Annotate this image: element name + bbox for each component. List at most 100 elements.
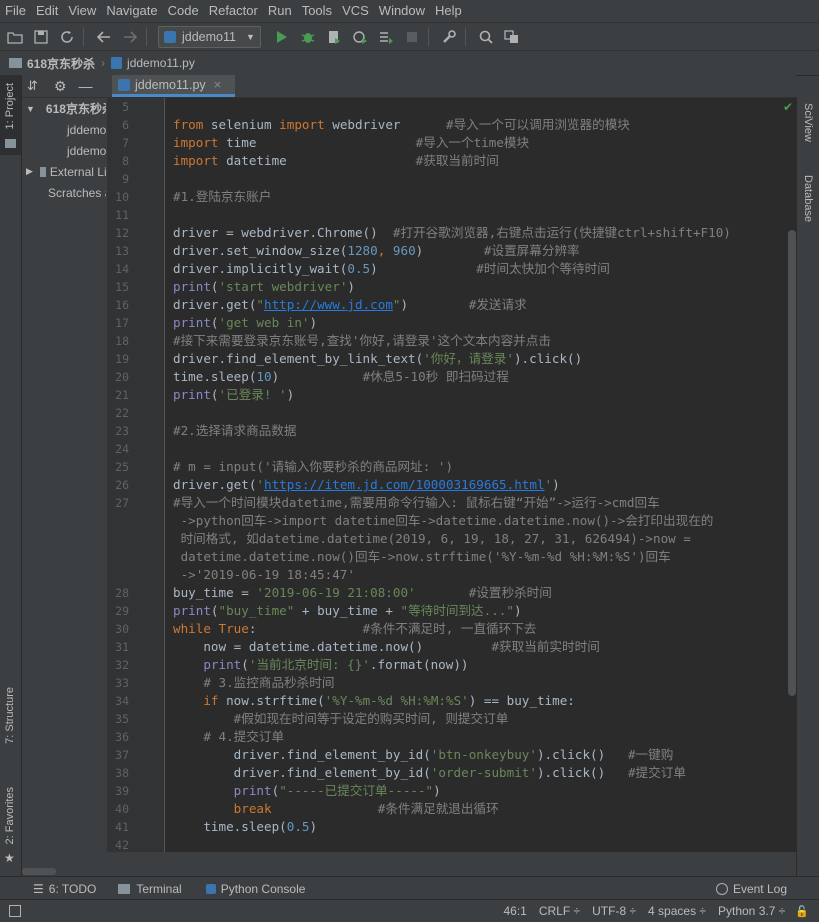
menu-edit[interactable]: Edit xyxy=(31,0,63,22)
indent-setting[interactable]: 4 spaces ÷ xyxy=(648,904,706,918)
menu-tools[interactable]: Tools xyxy=(297,0,337,22)
horizontal-scrollbar[interactable] xyxy=(22,868,56,875)
sync-icon[interactable] xyxy=(56,26,78,48)
menu-help[interactable]: Help xyxy=(430,0,467,22)
caret-position[interactable]: 46:1 xyxy=(504,904,527,918)
code-line: 28 buy_time = '2019-06-19 21:08:00' #设置秒杀… xyxy=(107,584,796,602)
line-separator[interactable]: CRLF ÷ xyxy=(539,904,580,918)
run-icon[interactable] xyxy=(271,26,293,48)
sciview-tool-button[interactable]: SciView xyxy=(797,97,819,149)
line-number: 5 xyxy=(122,100,129,114)
code-token: import xyxy=(173,135,219,150)
debug-icon[interactable] xyxy=(297,26,319,48)
breadcrumb-file[interactable]: jddemo11.py xyxy=(127,56,195,70)
run-configuration-select[interactable]: jddemo11 ▼ xyxy=(158,26,261,48)
search-icon[interactable] xyxy=(475,26,497,48)
star-icon: ★ xyxy=(4,851,15,865)
profile-icon[interactable] xyxy=(349,26,371,48)
code-token: 'get web in' xyxy=(218,315,310,330)
menu-refactor[interactable]: Refactor xyxy=(204,0,263,22)
tree-item-file[interactable]: jddemo xyxy=(22,119,106,140)
code-token: ) xyxy=(433,783,441,798)
code-token: 10 xyxy=(256,369,272,384)
event-log-tool-button[interactable]: Event Log xyxy=(715,882,787,896)
python-file-icon xyxy=(111,57,123,69)
tab-jddemo11[interactable]: jddemo11.py × xyxy=(112,75,235,97)
menu-window[interactable]: Window xyxy=(374,0,430,22)
code-text: time.sleep(10) #休息5-10秒 即扫码过程 xyxy=(173,368,509,386)
python-console-tool-button[interactable]: Python Console xyxy=(205,882,305,896)
stop-icon[interactable] xyxy=(401,26,423,48)
concurrency-icon[interactable] xyxy=(375,26,397,48)
favorites-tool-label: 2: Favorites xyxy=(4,787,16,845)
code-token: '2019-06-19 21:08:00' xyxy=(256,585,416,600)
code-token: "-----已提交订单-----" xyxy=(279,783,434,798)
tree-item-project-root[interactable]: ▼ 618京东秒杀 xyxy=(22,98,106,119)
library-icon xyxy=(39,166,46,177)
close-icon[interactable]: × xyxy=(214,77,222,92)
line-number: 12 xyxy=(115,226,129,240)
project-tool-label: 1: Project xyxy=(4,83,16,130)
breadcrumb-project[interactable]: 618京东秒杀 xyxy=(27,55,95,72)
project-panel-header: ⇵ ⚙ — xyxy=(22,75,106,98)
menu-navigate[interactable]: Navigate xyxy=(101,0,162,22)
editor-vertical-scrollbar[interactable] xyxy=(788,230,796,696)
favorites-tool-button[interactable]: 2: Favorites ★ xyxy=(0,787,21,871)
database-tool-button[interactable]: Database xyxy=(797,161,819,241)
vcs-operations-icon[interactable] xyxy=(501,26,523,48)
code-line: 34 if now.strftime('%Y-%m-%d %H:%M:%S') … xyxy=(107,692,796,710)
terminal-label: Terminal xyxy=(136,881,182,896)
minimize-icon[interactable]: — xyxy=(78,78,92,94)
forward-arrow-icon[interactable] xyxy=(119,26,141,48)
menu-view[interactable]: View xyxy=(63,0,101,22)
toggle-tool-windows-icon[interactable] xyxy=(9,905,21,917)
code-text: driver.find_element_by_id('btn-onkeybuy'… xyxy=(173,746,674,764)
code-token: driver.find_element_by_id( xyxy=(173,747,431,762)
code-text: if now.strftime('%Y-%m-%d %H:%M:%S') == … xyxy=(173,692,575,710)
back-arrow-icon[interactable] xyxy=(93,26,115,48)
menu-file[interactable]: File xyxy=(0,0,31,22)
code-token: ( xyxy=(210,603,219,618)
tree-item-label: Scratches and Consoles xyxy=(48,185,106,200)
tree-item-scratches[interactable]: Scratches and Consoles xyxy=(22,182,106,203)
code-token: , xyxy=(377,243,393,258)
tree-item-external-libraries[interactable]: ▶ External Libraries xyxy=(22,161,106,182)
breadcrumb-separator-icon: › xyxy=(101,56,106,70)
code-text: print('get web in') xyxy=(173,314,317,332)
code-token: #获取当前实时时间 xyxy=(491,639,600,654)
code-token: import xyxy=(279,117,325,132)
code-text: now = datetime.datetime.now() #获取当前实时时间 xyxy=(173,638,600,656)
toolbar-separator xyxy=(146,28,147,46)
project-tool-button[interactable]: 1: Project xyxy=(0,75,21,155)
code-line: 37 driver.find_element_by_id('btn-onkeyb… xyxy=(107,746,796,764)
code-token: ->python回车->import datetime回车->datetime.… xyxy=(173,513,714,528)
save-icon[interactable] xyxy=(30,26,52,48)
code-token: 'order-submit' xyxy=(430,765,537,780)
menu-run[interactable]: Run xyxy=(263,0,297,22)
code-text: driver.find_element_by_id('order-submit'… xyxy=(173,764,686,782)
open-folder-icon[interactable] xyxy=(4,26,26,48)
file-encoding[interactable]: UTF-8 ÷ xyxy=(592,904,636,918)
wrench-icon[interactable] xyxy=(438,26,460,48)
terminal-tool-button[interactable]: Terminal xyxy=(118,881,182,896)
collapse-all-icon[interactable]: ⇵ xyxy=(27,78,38,94)
code-editor[interactable]: 5 6 from selenium import webdriver #导入一个可以… xyxy=(107,98,796,852)
code-line: 5 xyxy=(107,98,796,116)
structure-tool-label: 7: Structure xyxy=(4,687,16,744)
line-number: 23 xyxy=(115,424,129,438)
gear-icon[interactable]: ⚙ xyxy=(54,78,67,95)
python-interpreter[interactable]: Python 3.7 ÷ xyxy=(718,904,785,918)
line-number: 15 xyxy=(115,280,129,294)
line-number: 24 xyxy=(115,442,129,456)
code-line: ->'2019-06-19 18:45:47' xyxy=(107,566,796,584)
code-line: 16 driver.get("http://www.jd.com") #发送请求 xyxy=(107,296,796,314)
menu-code[interactable]: Code xyxy=(163,0,204,22)
tree-item-file[interactable]: jddemo xyxy=(22,140,106,161)
todo-tool-button[interactable]: ☰ 6: TODO xyxy=(33,882,96,896)
menu-vcs[interactable]: VCS xyxy=(337,0,374,22)
code-text: import time #导入一个time模块 xyxy=(173,134,529,152)
lock-icon[interactable]: 🔓 xyxy=(795,905,809,918)
structure-tool-button[interactable]: 7: Structure xyxy=(0,687,21,769)
coverage-icon[interactable] xyxy=(323,26,345,48)
